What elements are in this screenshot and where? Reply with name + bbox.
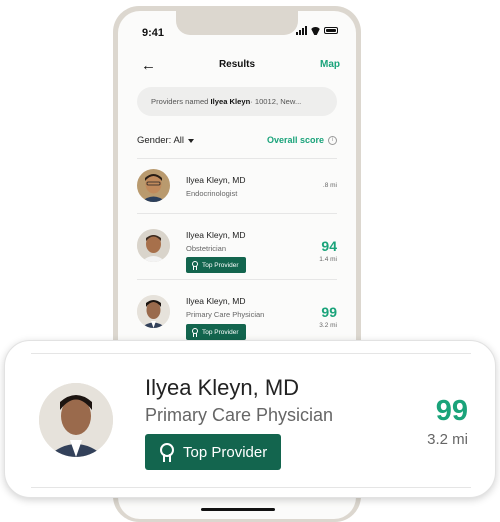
avatar [39,383,113,457]
home-indicator [201,508,275,511]
top-provider-badge: Top Provider [186,324,246,340]
search-suffix: · 10012, New... [250,97,302,106]
badge-label: Top Provider [183,443,268,461]
highlight-specialty: Primary Care Physician [145,405,334,425]
avatar [137,295,170,328]
battery-icon [324,27,338,34]
divider [31,353,471,354]
highlighted-result-card[interactable]: Ilyea Kleyn, MD Primary Care Physician T… [4,340,496,498]
highlight-distance: 3.2 mi [427,431,468,448]
result-name: Ilyea Kleyn, MD [186,296,246,306]
result-score: 99 [321,304,337,320]
avatar [137,229,170,262]
divider [31,487,471,488]
result-name: Ilyea Kleyn, MD [186,175,246,185]
status-time: 9:41 [142,27,165,39]
result-distance: .8 mi [322,182,337,189]
gender-filter-dropdown[interactable]: Gender: All [137,135,194,146]
top-provider-badge: Top Provider [145,434,282,470]
wifi-icon [310,27,321,35]
filter-row: Gender: All Overall score i [137,135,337,149]
award-ribbon-icon [191,260,199,270]
avatar [137,169,170,202]
search-prefix: Providers named [151,97,209,106]
overall-score-label: Overall score [266,135,324,145]
highlight-name: Ilyea Kleyn, MD [145,375,300,400]
caret-down-icon [188,138,194,143]
status-icons [296,26,338,35]
map-link[interactable]: Map [320,59,340,70]
signal-icon [296,26,307,35]
result-distance: 3.2 mi [319,322,337,329]
result-row[interactable]: Ilyea Kleyn, MD Endocrinologist .8 mi [137,158,337,213]
search-name: Ilyea Kleyn [210,97,251,106]
gender-filter-label: Gender: All [137,135,184,146]
result-distance: 1.4 mi [319,256,337,263]
info-icon[interactable]: i [328,135,337,145]
badge-label: Top Provider [202,261,239,269]
phone-notch [176,11,298,35]
award-ribbon-icon [191,327,199,337]
search-summary-field[interactable]: Providers named Ilyea Kleyn · 10012, New… [137,87,337,116]
result-specialty: Obstetrician [186,244,227,253]
badge-label: Top Provider [202,328,239,336]
result-row[interactable]: Ilyea Kleyn, MD Obstetrician Top Provide… [137,213,337,279]
result-specialty: Primary Care Physician [186,310,265,319]
highlight-score: 99 [435,395,468,427]
result-specialty: Endocrinologist [186,189,238,198]
result-row[interactable]: Ilyea Kleyn, MD Primary Care Physician T… [137,279,337,345]
top-provider-badge: Top Provider [186,257,246,273]
result-name: Ilyea Kleyn, MD [186,230,246,240]
result-score: 94 [321,238,337,254]
award-ribbon-icon [159,442,175,462]
overall-score-sort[interactable]: Overall score i [267,135,337,145]
